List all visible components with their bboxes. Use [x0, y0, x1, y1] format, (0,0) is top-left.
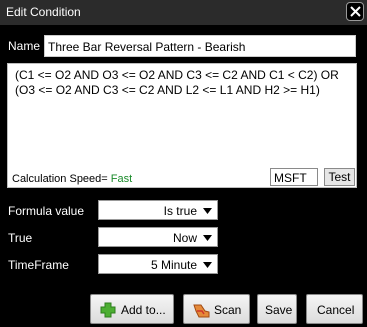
symbol-input[interactable]: MSFT [270, 168, 318, 186]
true-label: True [8, 231, 33, 245]
formula-text[interactable]: (C1 <= O2 AND O3 <= O2 AND C3 <= C2 AND … [15, 68, 351, 98]
add-to-button[interactable]: Add to... [90, 294, 174, 324]
dropdown-arrow-icon [203, 262, 212, 268]
dropdown-arrow-icon [203, 208, 212, 214]
name-label: Name [8, 39, 41, 53]
scan-icon [193, 304, 210, 318]
dropdown-arrow-icon [203, 235, 212, 241]
save-label: Save [265, 303, 293, 317]
timeframe-selected: 5 Minute [150, 258, 197, 272]
test-button[interactable]: Test [324, 168, 355, 186]
formula-value-selected: Is true [163, 204, 197, 218]
formula-value-select[interactable]: Is true [98, 200, 218, 220]
timeframe-select[interactable]: 5 Minute [98, 254, 218, 274]
close-button[interactable] [346, 2, 364, 21]
cancel-button[interactable]: Cancel [306, 294, 363, 324]
scan-button[interactable]: Scan [183, 294, 250, 324]
formula-value-label: Formula value [8, 204, 85, 218]
calculation-speed-value: Fast [110, 173, 133, 185]
formula-editor[interactable]: (C1 <= O2 AND O3 <= O2 AND C3 <= C2 AND … [7, 63, 357, 188]
add-icon [100, 302, 116, 318]
title-bar: Edit Condition [0, 0, 367, 25]
scan-label: Scan [214, 303, 242, 317]
name-input[interactable]: Three Bar Reversal Pattern - Bearish [44, 35, 356, 57]
add-to-label: Add to... [121, 303, 166, 317]
window-title: Edit Condition [6, 5, 81, 19]
true-selected: Now [172, 231, 197, 245]
timeframe-label: TimeFrame [8, 258, 69, 272]
save-button[interactable]: Save [257, 294, 297, 324]
calculation-speed: Calculation Speed= Fast [12, 173, 132, 185]
close-icon [350, 6, 361, 17]
calculation-speed-label: Calculation Speed= [12, 173, 108, 185]
cancel-label: Cancel [317, 303, 355, 317]
true-select[interactable]: Now [98, 227, 218, 247]
